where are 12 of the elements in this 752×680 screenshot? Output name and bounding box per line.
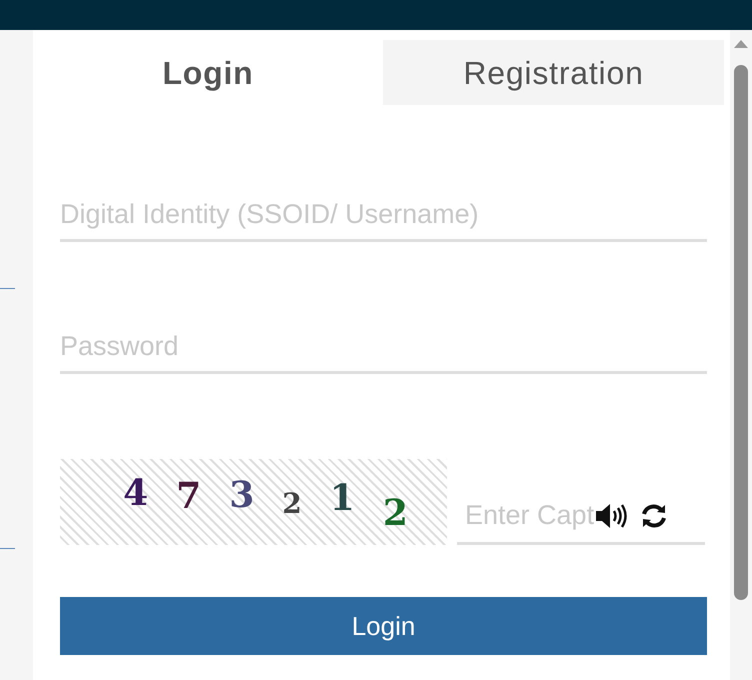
refresh-icon[interactable] [640,502,668,530]
captcha-character: 2 [282,486,302,522]
scrollbar-thumb[interactable] [734,65,748,600]
tab[interactable]: Registration [383,40,724,105]
speaker-icon[interactable] [596,502,628,528]
captcha-character: 3 [229,473,254,518]
captcha-character: 1 [330,476,355,521]
captcha-character: 4 [123,471,148,516]
scroll-up-icon[interactable] [734,40,748,48]
login-button[interactable]: Login [60,597,707,655]
captcha-character: 2 [382,491,408,536]
captcha-character: 7 [176,474,202,519]
